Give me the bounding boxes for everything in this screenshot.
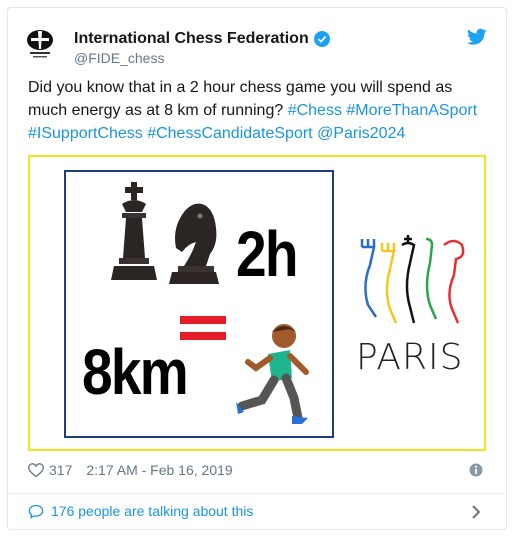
info-icon[interactable] bbox=[469, 463, 483, 477]
hashtag-isupportchess[interactable]: #ISupportChess bbox=[28, 125, 143, 142]
twitter-bird-icon[interactable] bbox=[467, 28, 487, 46]
heart-icon[interactable] bbox=[28, 462, 44, 478]
fide-logo-icon bbox=[27, 30, 53, 58]
timestamp[interactable]: 2:17 AM - Feb 16, 2019 bbox=[86, 462, 232, 478]
tweet-text: Did you know that in a 2 hour chess game… bbox=[28, 76, 488, 145]
hashtag-morethanasport[interactable]: #MoreThanASport bbox=[346, 102, 477, 119]
hashtag-chesscandidatesport[interactable]: #ChessCandidateSport bbox=[147, 125, 312, 142]
duration-label: 2h bbox=[236, 218, 299, 290]
hashtag-chess[interactable]: #Chess bbox=[288, 102, 342, 119]
author-handle[interactable]: @FIDE_chess bbox=[74, 50, 164, 66]
author-name-row[interactable]: International Chess Federation bbox=[74, 30, 330, 48]
avatar[interactable] bbox=[22, 25, 58, 61]
conversation-link[interactable]: 176 people are talking about this bbox=[28, 503, 253, 519]
like-count[interactable]: 317 bbox=[49, 462, 72, 478]
verified-badge-icon bbox=[313, 31, 330, 47]
runner-icon bbox=[236, 324, 309, 424]
chess-king-icon bbox=[111, 182, 157, 280]
distance-label: 8km bbox=[82, 336, 189, 408]
equals-sign-top bbox=[180, 316, 226, 324]
divider bbox=[8, 493, 506, 494]
mention-paris2024[interactable]: @Paris2024 bbox=[317, 125, 405, 142]
talking-count-text[interactable]: 176 people are talking about this bbox=[51, 503, 253, 519]
speech-bubble-icon bbox=[28, 504, 44, 519]
chess-knight-icon bbox=[169, 203, 219, 284]
tweet-meta-row: 317 2:17 AM - Feb 16, 2019 bbox=[28, 462, 233, 478]
tweet-media-image[interactable]: 2h 8km PARIS bbox=[28, 155, 486, 451]
infographic-frame: 2h 8km bbox=[64, 170, 334, 438]
author-name[interactable]: International Chess Federation bbox=[74, 30, 309, 48]
paris-logo-text: PARIS bbox=[356, 337, 464, 378]
chevron-right-icon[interactable] bbox=[470, 504, 482, 520]
paris2024-chess-pieces-icon bbox=[360, 235, 465, 324]
